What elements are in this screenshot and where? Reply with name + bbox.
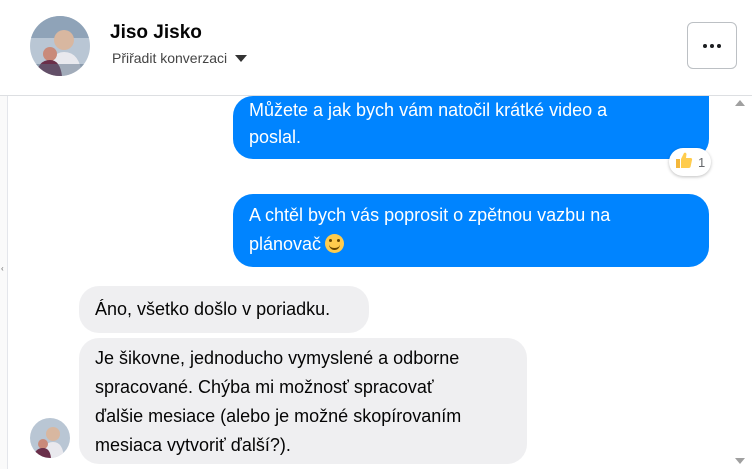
left-panel-edge: ‹ <box>0 96 8 469</box>
message-bubble-outgoing[interactable]: Můžete a jak bych vám natočil krátké vid… <box>233 96 709 159</box>
scroll-marker: ‹ <box>1 264 4 273</box>
message-bubble-outgoing[interactable]: A chtěl bych vás poprosit o zpětnou vazb… <box>233 194 709 267</box>
more-icon <box>703 43 721 48</box>
message-text-line: spracované. Chýba mi možnosť spracovať <box>95 377 434 397</box>
smiling-face-icon <box>325 234 345 253</box>
message-bubble-incoming[interactable]: Je šikovne, jednoducho vymyslené a odbor… <box>79 338 527 464</box>
scroll-down-arrow-icon[interactable] <box>735 458 745 464</box>
message-text-line: A chtěl bych vás poprosit o zpětnou vazb… <box>249 205 611 225</box>
assign-conversation-dropdown[interactable]: Přiřadit konverzaci <box>112 50 248 66</box>
message-text-line: ďalšie mesiace (alebo je možné skopírova… <box>95 406 462 426</box>
message-text-line: poslal. <box>249 127 302 147</box>
contact-avatar[interactable] <box>30 16 90 76</box>
message-text-line: Můžete a jak bych vám natočil krátké vid… <box>249 100 608 120</box>
chevron-down-icon <box>235 54 248 62</box>
scroll-up-arrow-icon[interactable] <box>735 100 745 106</box>
more-options-button[interactable] <box>687 22 737 69</box>
assign-conversation-label: Přiřadit konverzaci <box>112 50 228 66</box>
message-text-line: mesiaca vytvoriť ďalší?). <box>95 435 291 455</box>
reaction-count: 1 <box>698 154 706 170</box>
message-text: plánovač <box>249 234 322 254</box>
thumbs-up-icon <box>674 150 694 175</box>
message-text-line-with-emoji: plánovač <box>249 230 693 259</box>
message-bubble-incoming[interactable]: Áno, všetko došlo v poriadku. <box>79 286 369 333</box>
contact-name[interactable]: Jiso Jisko <box>110 22 202 44</box>
conversation-header: Jiso Jisko Přiřadit konverzaci <box>0 0 752 96</box>
message-text-line: Áno, všetko došlo v poriadku. <box>95 299 331 319</box>
scrollbar[interactable] <box>733 96 752 469</box>
sender-avatar[interactable] <box>30 418 70 458</box>
message-text-line: Je šikovne, jednoducho vymyslené a odbor… <box>95 348 460 368</box>
message-reaction[interactable]: 1 <box>669 148 711 176</box>
